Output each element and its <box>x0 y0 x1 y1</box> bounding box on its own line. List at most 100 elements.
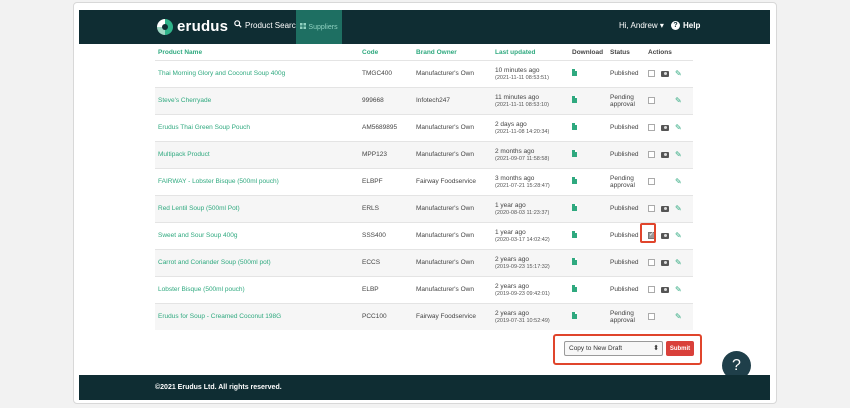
row-select-checkbox[interactable] <box>648 97 655 104</box>
col-actions: Actions <box>648 49 672 57</box>
table-row: Erudus Thai Green Soup Pouch AM5689895 Man… <box>155 113 693 141</box>
download-cell <box>569 167 607 195</box>
last-updated: 10 minutes ago (2021-11-11 08:53:51) <box>492 59 569 87</box>
download-file-icon[interactable] <box>572 123 577 130</box>
row-select-checkbox[interactable] <box>648 70 655 77</box>
user-menu[interactable]: Hi, Andrew ▾ <box>619 21 664 30</box>
row-select-checkbox[interactable] <box>648 205 655 212</box>
updated-timestamp: (2019-09-23 15:17:32) <box>495 263 550 270</box>
suppliers-tab[interactable]: Suppliers <box>296 10 342 44</box>
camera-icon[interactable] <box>661 70 669 77</box>
edit-pencil-icon[interactable]: ✎ <box>675 150 682 159</box>
download-cell <box>569 86 607 114</box>
download-file-icon[interactable] <box>572 231 577 238</box>
updated-timestamp: (2021-11-11 08:53:51) <box>495 74 549 81</box>
download-cell <box>569 275 607 303</box>
erudus-logo[interactable]: erudus <box>157 18 228 35</box>
product-name-link[interactable]: Sweet and Sour Soup 400g <box>155 221 359 249</box>
row-select-checkbox[interactable] <box>648 259 655 266</box>
product-name-link[interactable]: Carrot and Coriander Soup (500ml pot) <box>155 248 359 276</box>
row-select-checkbox[interactable] <box>648 231 655 239</box>
download-file-icon[interactable] <box>572 177 577 184</box>
camera-icon[interactable] <box>661 151 669 158</box>
last-updated: 11 minutes ago (2021-11-11 08:53:10) <box>492 86 569 114</box>
camera-icon[interactable] <box>661 232 669 239</box>
grid-icon <box>300 23 307 31</box>
download-file-icon[interactable] <box>572 312 577 320</box>
table-row: Red Lentil Soup (500ml Pot) ERLS Manufactu… <box>155 194 693 222</box>
brand-owner: Manufacturer's Own <box>413 221 492 249</box>
col-code[interactable]: Code <box>359 46 413 60</box>
download-file-icon[interactable] <box>572 69 577 76</box>
submit-button[interactable]: Submit <box>666 341 694 356</box>
table-row: Erudus for Soup - Creamed Coconut 198G PC… <box>155 302 693 330</box>
status-text: Pending approval <box>607 302 645 330</box>
row-select-checkbox[interactable] <box>648 124 655 131</box>
download-file-icon[interactable] <box>572 150 577 157</box>
product-name-link[interactable]: Thai Morning Glory and Coconut Soup 400g <box>155 59 359 87</box>
edit-pencil-icon[interactable]: ✎ <box>675 285 682 294</box>
col-download: Download <box>572 49 604 57</box>
product-search-link[interactable]: Product Search <box>234 20 300 30</box>
product-name-link[interactable]: FAIRWAY - Lobster Bisque (500ml pouch) <box>155 167 359 195</box>
edit-pencil-icon[interactable]: ✎ <box>675 258 682 267</box>
search-icon <box>234 20 242 30</box>
product-code: ERLS <box>359 194 413 222</box>
product-name-link[interactable]: Steve's Cherryade <box>155 86 359 114</box>
table-header-row: Product Name Code Brand Owner Last updat… <box>155 46 693 60</box>
table-row: Carrot and Coriander Soup (500ml pot) ECC… <box>155 248 693 276</box>
product-name-link[interactable]: Erudus Thai Green Soup Pouch <box>155 113 359 141</box>
table-row: Steve's Cherryade 999668 Infotech247 11 min… <box>155 86 693 114</box>
brand-owner: Manufacturer's Own <box>413 194 492 222</box>
table-row: Lobster Bisque (500ml pouch) ELBP Manufact… <box>155 275 693 303</box>
edit-pencil-icon[interactable]: ✎ <box>675 231 682 240</box>
edit-pencil-icon[interactable]: ✎ <box>675 96 682 105</box>
col-last-updated[interactable]: Last updated <box>492 46 569 60</box>
last-updated: 1 year ago (2020-08-03 11:23:37) <box>492 194 569 222</box>
camera-icon[interactable] <box>661 205 669 212</box>
brand-owner: Manufacturer's Own <box>413 248 492 276</box>
camera-icon <box>661 314 669 320</box>
col-brand-owner[interactable]: Brand Owner <box>413 46 492 60</box>
download-cell <box>569 302 607 330</box>
download-file-icon[interactable] <box>572 285 577 292</box>
product-name-link[interactable]: Red Lentil Soup (500ml Pot) <box>155 194 359 222</box>
camera-icon[interactable] <box>661 124 669 131</box>
table-row: Sweet and Sour Soup 400g SSS400 Manufactur… <box>155 221 693 249</box>
select-arrows-icon: ⬍ <box>653 345 659 352</box>
updated-timestamp: (2021-11-11 08:53:10) <box>495 101 549 108</box>
col-product-name[interactable]: Product Name <box>155 46 359 60</box>
edit-pencil-icon[interactable]: ✎ <box>675 123 682 132</box>
help-link[interactable]: ? Help <box>671 21 700 30</box>
product-name-link[interactable]: Multipack Product <box>155 140 359 168</box>
row-select-checkbox[interactable] <box>648 151 655 158</box>
edit-pencil-icon[interactable]: ✎ <box>675 177 682 186</box>
last-updated: 2 years ago (2019-07-31 10:52:49) <box>492 302 569 330</box>
download-file-icon[interactable] <box>572 96 577 103</box>
brand-owner: Manufacturer's Own <box>413 113 492 141</box>
actions-cell: ✎ <box>645 113 693 141</box>
row-select-checkbox[interactable] <box>648 313 655 321</box>
updated-relative: 2 months ago <box>495 147 535 155</box>
help-label: Help <box>683 21 701 30</box>
status-text: Published <box>607 140 645 168</box>
col-status: Status <box>610 49 630 57</box>
camera-icon[interactable] <box>661 259 669 266</box>
product-name-link[interactable]: Lobster Bisque (500ml pouch) <box>155 275 359 303</box>
product-name-link[interactable]: Erudus for Soup - Creamed Coconut 198G <box>155 302 359 330</box>
edit-pencil-icon[interactable]: ✎ <box>675 204 682 213</box>
updated-relative: 10 minutes ago <box>495 66 540 74</box>
edit-pencil-icon[interactable]: ✎ <box>675 69 682 78</box>
download-cell <box>569 113 607 141</box>
updated-relative: 11 minutes ago <box>495 93 539 101</box>
download-file-icon[interactable] <box>572 258 577 265</box>
updated-relative: 2 years ago <box>495 255 529 263</box>
row-select-checkbox[interactable] <box>648 286 655 293</box>
download-file-icon[interactable] <box>572 204 577 211</box>
updated-timestamp: (2021-07-21 15:28:47) <box>495 182 550 189</box>
row-select-checkbox[interactable] <box>648 178 655 185</box>
bulk-action-select[interactable]: Copy to New Draft ⬍ <box>564 341 663 356</box>
camera-icon[interactable] <box>661 286 669 293</box>
brand-owner: Fairway Foodservice <box>413 302 492 330</box>
edit-pencil-icon[interactable]: ✎ <box>675 312 682 321</box>
